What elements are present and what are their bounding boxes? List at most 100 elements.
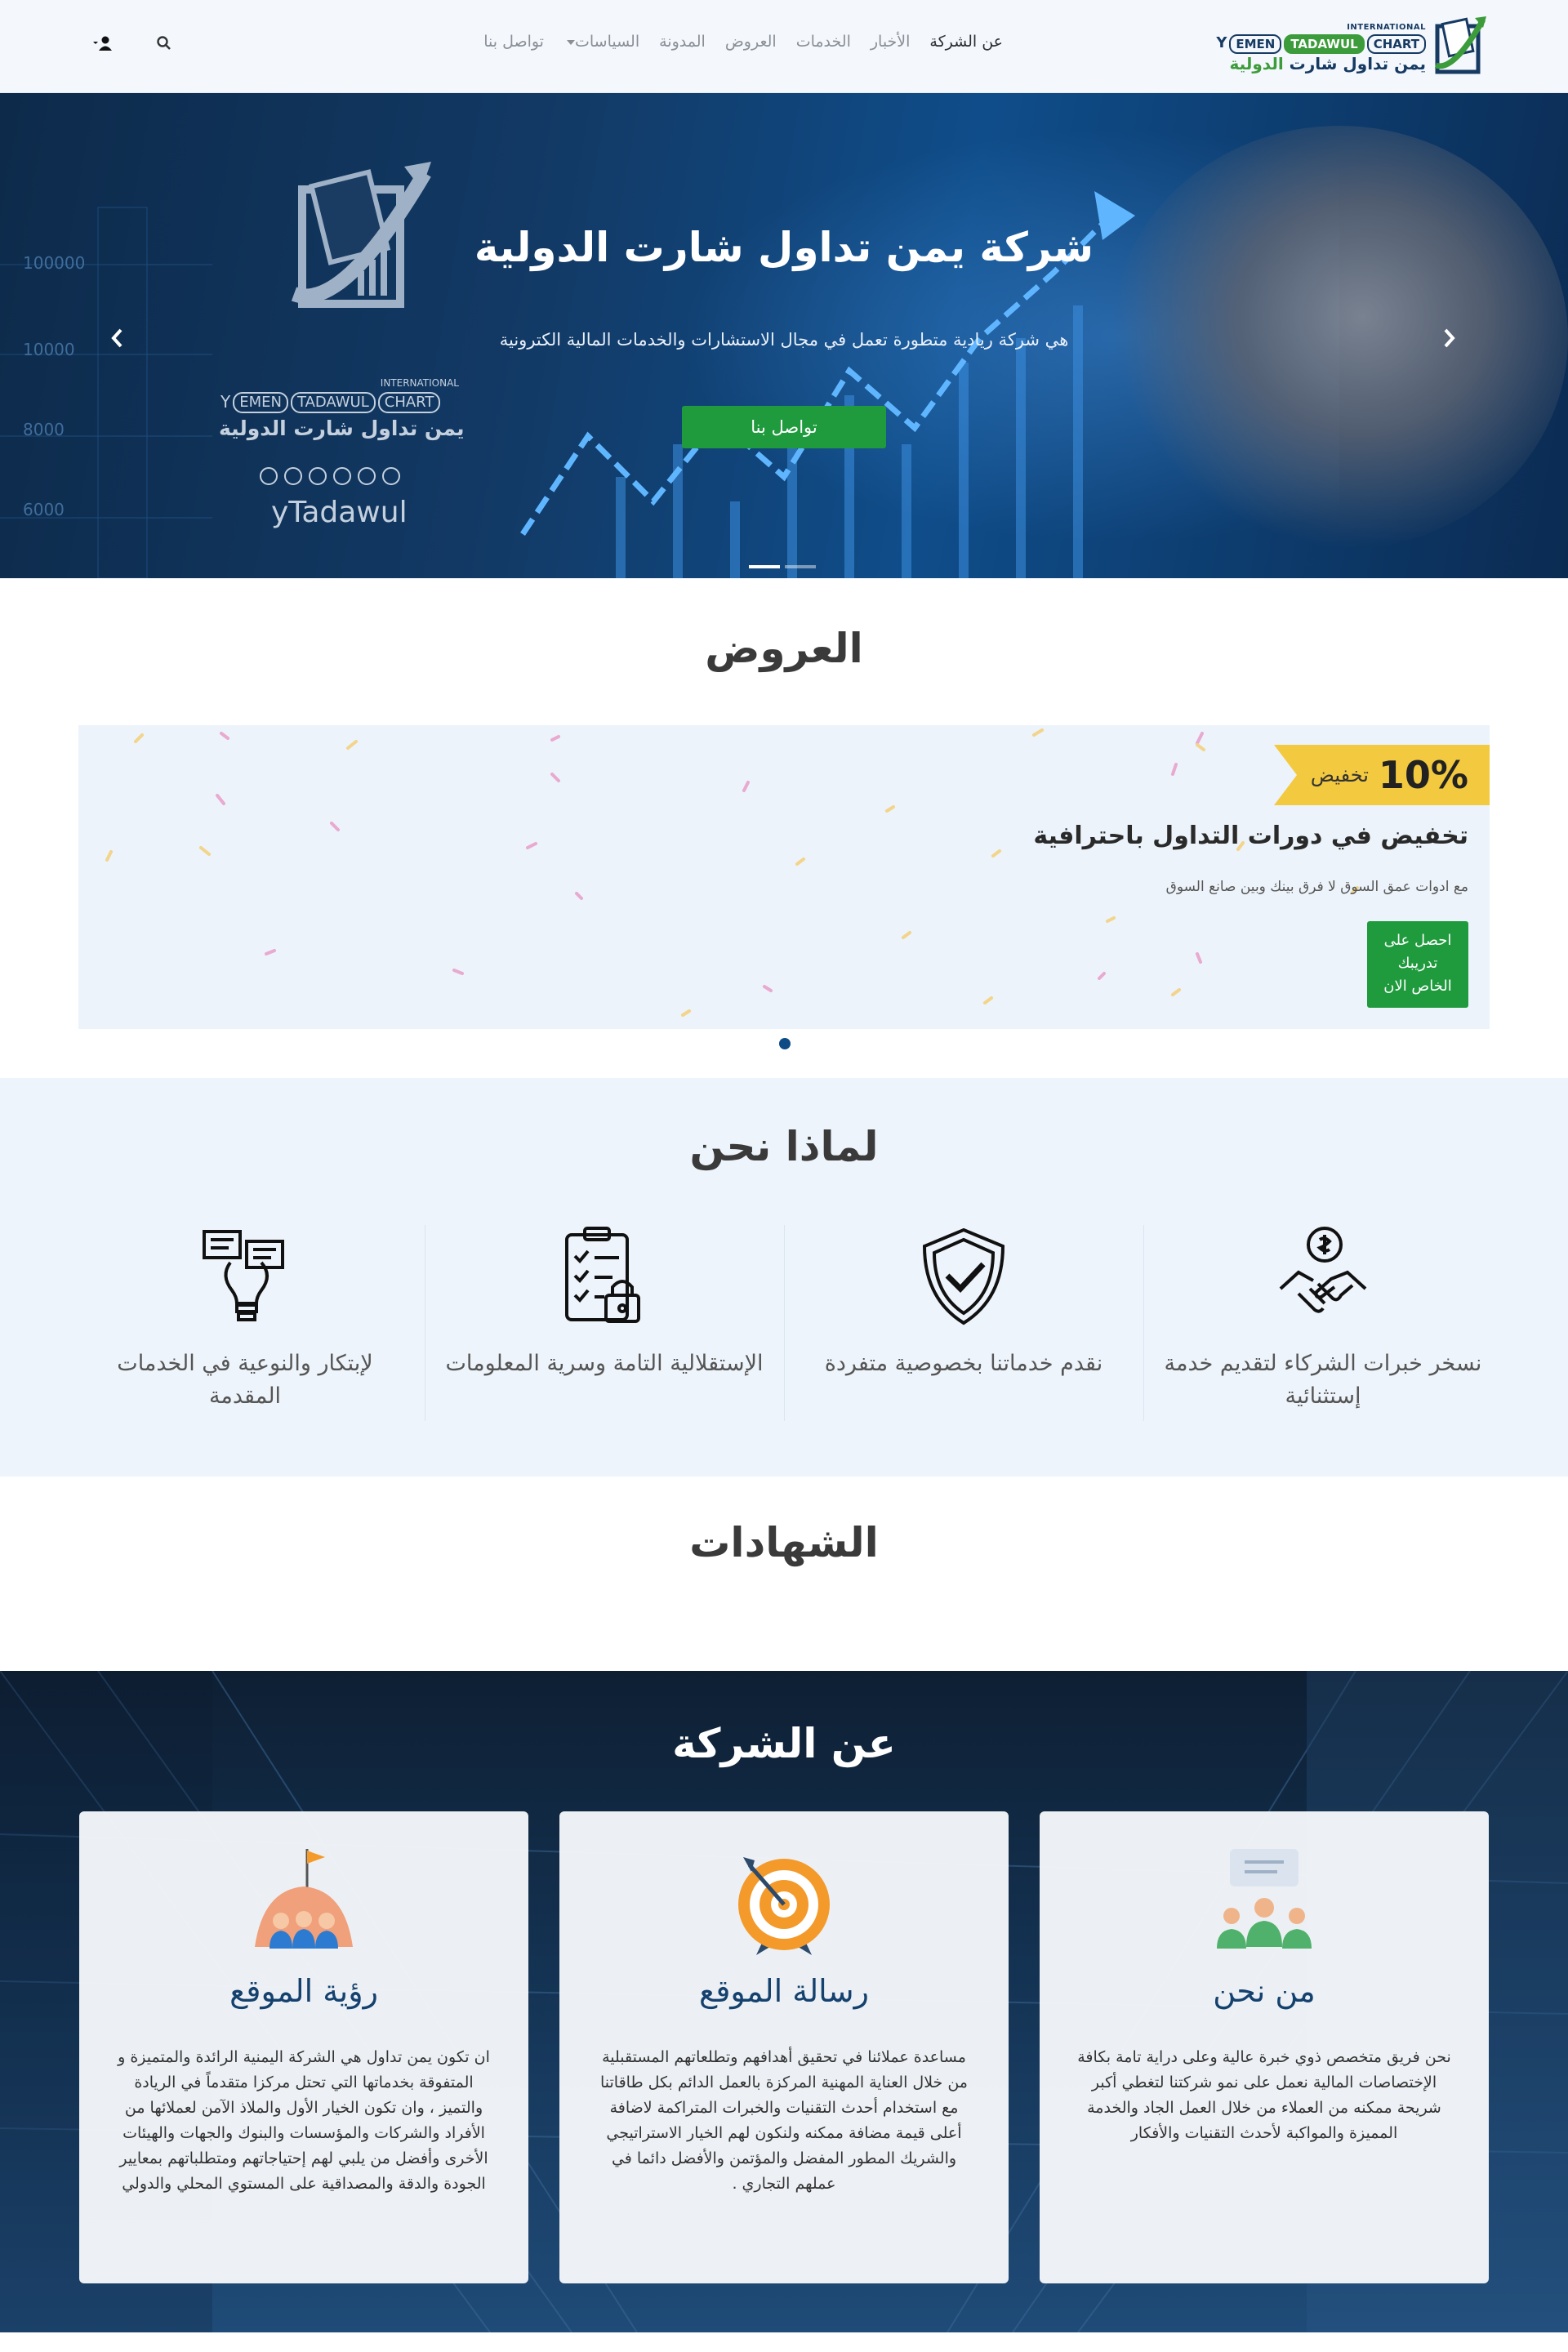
testimonials-title: الشهادات bbox=[689, 1519, 879, 1566]
telegram-icon[interactable] bbox=[382, 467, 400, 485]
about-section: عن الشركة من نحن نحن فريق متخصص ذوي خبرة… bbox=[0, 1671, 1568, 2332]
why-item-text: الإستقلالية التامة وسرية المعلومات bbox=[445, 1351, 764, 1376]
target-icon bbox=[738, 1857, 830, 1955]
brand-ar: يمن تداول شارت الدولية bbox=[1230, 54, 1426, 74]
search-icon bbox=[157, 36, 171, 50]
brand-en: Y EMEN TADAWUL CHART bbox=[1216, 34, 1426, 54]
hero-logo-en-part: TADAWUL bbox=[290, 392, 376, 413]
user-menu-button[interactable] bbox=[91, 31, 116, 56]
brand-intl: INTERNATIONAL bbox=[1347, 23, 1426, 32]
why-item: نسخر خبرات الشركاء لتقديم خدمة إستثنائية bbox=[1160, 1223, 1486, 1428]
about-title: عن الشركة bbox=[672, 1720, 896, 1767]
main-nav: عن الشركة الأخبار الخدمات العروض المدونة… bbox=[483, 33, 1003, 51]
social-icons bbox=[260, 467, 400, 485]
offer-card: 10% تخفيض تخفيض في دورات التداول باحتراف… bbox=[78, 725, 1490, 1029]
hero-logo-handle: yTadawul bbox=[271, 496, 408, 529]
hero-axis-labels: 100000 10000 8000 6000 bbox=[23, 253, 96, 519]
chevron-left-icon bbox=[111, 328, 122, 348]
discount-ribbon: 10% تخفيض bbox=[1274, 745, 1490, 805]
chevron-right-icon bbox=[1444, 328, 1455, 348]
brand-logo[interactable]: INTERNATIONAL Y EMEN TADAWUL CHART يمن ت… bbox=[1216, 11, 1488, 82]
about-card-title: رسالة الموقع bbox=[699, 1973, 869, 2009]
nav-item-news[interactable]: الأخبار bbox=[871, 33, 911, 51]
divider bbox=[1143, 1225, 1144, 1421]
why-item-text: لإبتكار والنوعية في الخدمات المقدمة bbox=[117, 1351, 373, 1409]
hero-logo-en: Y EMEN TADAWUL CHART bbox=[220, 392, 441, 413]
why-us-title: لماذا نحن bbox=[689, 1123, 879, 1170]
handshake-dollar-icon bbox=[1279, 1227, 1367, 1313]
hero-logo-en-part: EMEN bbox=[233, 392, 288, 413]
brand-ar-main: يمن تداول شارت bbox=[1289, 54, 1426, 74]
shield-check-icon bbox=[922, 1227, 1005, 1325]
instagram-icon[interactable] bbox=[309, 467, 327, 485]
offer-cta-line: احصل على bbox=[1383, 932, 1452, 949]
vision-flag-icon bbox=[255, 1849, 353, 1949]
hero-contact-button[interactable]: تواصل بنا bbox=[682, 406, 886, 448]
confetti-decoration bbox=[105, 728, 1359, 1017]
hero-logo-ar: يمن تداول شارت الدولية bbox=[219, 416, 465, 440]
axis-label: 8000 bbox=[23, 420, 65, 439]
nav-item-contact[interactable]: تواصل بنا bbox=[483, 33, 544, 51]
about-card-who: من نحن نحن فريق متخصص ذوي خبرة عالية وعل… bbox=[1040, 1811, 1489, 2283]
hero-logo-en-prefix: Y bbox=[220, 392, 231, 412]
logo-mark-icon bbox=[1434, 16, 1486, 74]
team-icon bbox=[1217, 1849, 1312, 1949]
hero-logo-intl: INTERNATIONAL bbox=[380, 377, 459, 389]
navbar: INTERNATIONAL Y EMEN TADAWUL CHART يمن ت… bbox=[0, 0, 1568, 93]
hero-carousel: 100000 10000 8000 6000 INTERNATIONAL Y E… bbox=[0, 93, 1568, 578]
brand-en-part: EMEN bbox=[1229, 34, 1282, 54]
brand-en-part: CHART bbox=[1366, 34, 1426, 54]
about-card-text: ان تكون يمن تداول هي الشركة اليمنية الرا… bbox=[118, 2048, 490, 2193]
offer-text: مع ادوات عمق السوق لا فرق بينك وبين صانع… bbox=[1165, 879, 1468, 895]
about-card-text: نحن فريق متخصص ذوي خبرة عالية وعلى دراية… bbox=[1077, 2048, 1451, 2142]
user-icon bbox=[93, 36, 112, 51]
carousel-prev-button[interactable] bbox=[105, 322, 129, 354]
offer-cta-line: تدريبك bbox=[1397, 955, 1438, 972]
discount-label: تخفيض bbox=[1310, 764, 1369, 786]
nav-item-policies[interactable]: السياسات bbox=[564, 33, 639, 51]
axis-label: 6000 bbox=[23, 500, 65, 519]
divider bbox=[784, 1225, 785, 1421]
nav-item-offers[interactable]: العروض bbox=[725, 33, 777, 51]
search-button[interactable] bbox=[152, 31, 176, 56]
nav-item-services[interactable]: الخدمات bbox=[796, 33, 851, 51]
discount-percent: 10% bbox=[1378, 753, 1468, 797]
about-card-title: رؤية الموقع bbox=[229, 1973, 378, 2009]
carousel-indicator-active[interactable] bbox=[749, 565, 780, 568]
about-card-title: من نحن bbox=[1213, 1973, 1316, 2009]
why-us-section: لماذا نحن نسخر خبرات الشركاء لتقديم خدمة… bbox=[0, 1078, 1568, 1477]
offer-cta-line: الخاص الان bbox=[1383, 978, 1452, 995]
chevron-down-icon bbox=[566, 39, 575, 45]
brand-en-part: TADAWUL bbox=[1284, 34, 1365, 54]
offers-carousel-dot[interactable] bbox=[779, 1038, 791, 1049]
why-item-text: نسخر خبرات الشركاء لتقديم خدمة إستثنائية bbox=[1164, 1351, 1482, 1409]
hero-logo: INTERNATIONAL Y EMEN TADAWUL CHART يمن ت… bbox=[214, 157, 465, 529]
why-item-text: نقدم خدماتنا بخصوصية متفردة bbox=[824, 1351, 1103, 1376]
facebook-icon[interactable] bbox=[284, 467, 302, 485]
carousel-indicators bbox=[749, 565, 816, 568]
lightbulb-ideas-icon bbox=[203, 1230, 284, 1321]
nav-item-blog[interactable]: المدونة bbox=[659, 33, 706, 51]
about-card-mission: رسالة الموقع مساعدة عملائنا في تحقيق أهد… bbox=[559, 1811, 1009, 2283]
hero-title: شركة يمن تداول شارت الدولية bbox=[474, 224, 1094, 271]
offer-heading: تخفيض في دورات التداول باحترافية bbox=[1033, 822, 1468, 850]
nav-item-about[interactable]: عن الشركة bbox=[929, 33, 1003, 51]
carousel-next-button[interactable] bbox=[1437, 322, 1462, 354]
why-item: الإستقلالية التامة وسرية المعلومات bbox=[441, 1223, 768, 1428]
carousel-indicator[interactable] bbox=[785, 565, 816, 568]
twitter-icon[interactable] bbox=[260, 467, 278, 485]
why-item: لإبتكار والنوعية في الخدمات المقدمة bbox=[82, 1223, 408, 1428]
clipboard-lock-icon bbox=[565, 1227, 640, 1323]
hero-logo-en-part: CHART bbox=[377, 392, 441, 413]
brand-ar-suffix: الدولية bbox=[1229, 54, 1284, 74]
offer-cta-button[interactable]: احصل على تدريبك الخاص الان bbox=[1367, 921, 1468, 1008]
linkedin-icon[interactable] bbox=[333, 467, 351, 485]
brand-en-prefix: Y bbox=[1216, 34, 1227, 51]
about-card-vision: رؤية الموقع ان تكون يمن تداول هي الشركة … bbox=[79, 1811, 528, 2283]
hero-subtitle: هي شركة ريادية متطورة تعمل في مجال الاست… bbox=[499, 330, 1069, 350]
about-card-text: مساعدة عملائنا في تحقيق أهدافهم وتطلعاته… bbox=[600, 2048, 968, 2193]
nav-item-policies-label: السياسات bbox=[574, 33, 640, 51]
youtube-icon[interactable] bbox=[358, 467, 376, 485]
offers-title: العروض bbox=[705, 625, 863, 672]
nav-icons bbox=[91, 31, 176, 56]
